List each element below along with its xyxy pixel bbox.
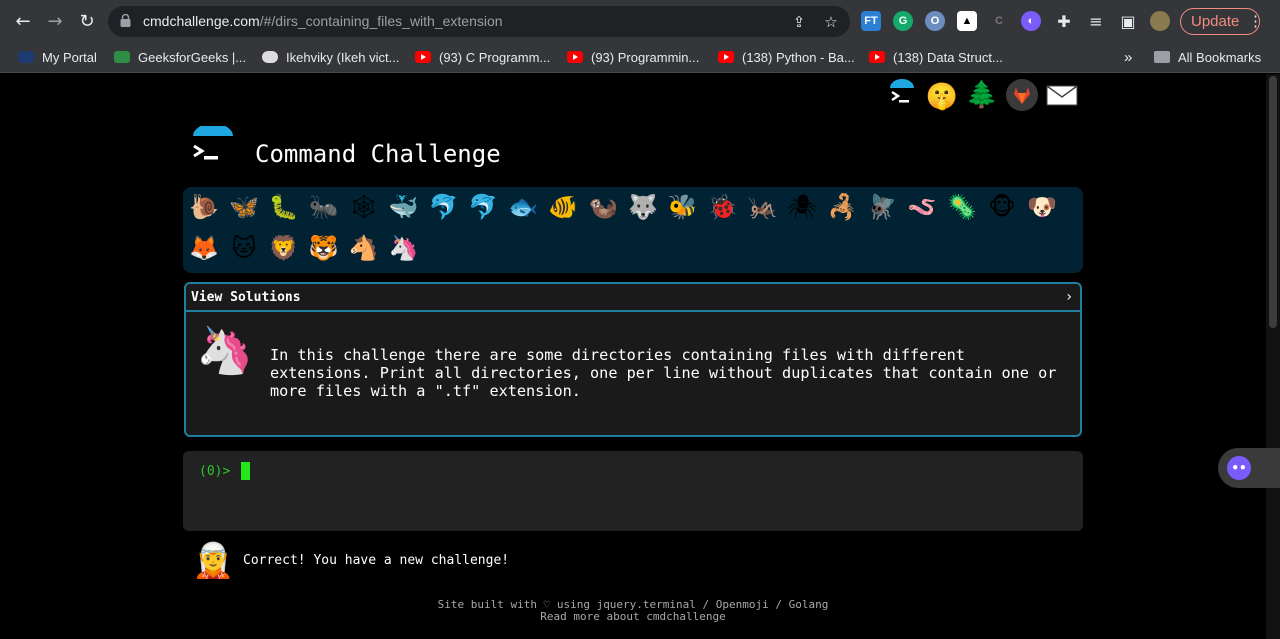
portal-icon: [18, 51, 34, 63]
bookmark-item[interactable]: My Portal: [18, 49, 97, 67]
page-content: 🤫 🌲 Command Challenge 🐌 🦋 🐛 🐜 🕸 🐳 🐬 🐬 🐟 🐠 🦦 🐺 🐝 🐞 🦗 🕷 🦂 🪰…: [0, 74, 1266, 639]
footer: Site built with ♡ using jquery.terminal …: [183, 599, 1083, 623]
bookmark-star-icon[interactable]: ☆: [820, 11, 842, 33]
challenge-animal-icon[interactable]: 🐺: [626, 190, 660, 224]
share-icon[interactable]: ⇪: [788, 11, 810, 33]
geeksforgeeks-icon: [114, 51, 130, 63]
bookmark-item[interactable]: (138) Data Struct...: [869, 49, 1003, 67]
extension-c-icon[interactable]: C: [989, 11, 1009, 31]
terminal-cursor: [241, 462, 250, 480]
folder-icon: [1154, 51, 1170, 63]
bookmark-item[interactable]: GeeksforGeeks |...: [114, 49, 246, 67]
challenge-animal-icon[interactable]: 🐳: [387, 190, 421, 224]
challenge-animal-icon[interactable]: 🐞: [706, 190, 740, 224]
youtube-icon: [567, 51, 583, 63]
challenge-animal-icon[interactable]: 🦗: [746, 190, 780, 224]
chevron-right-icon: ›: [1066, 289, 1072, 305]
challenge-animal-icon[interactable]: 🪰: [865, 190, 899, 224]
bookmark-item[interactable]: (138) Python - Ba...: [718, 49, 855, 67]
extension-ft-icon[interactable]: FT: [861, 11, 881, 31]
bookmarks-overflow-button[interactable]: »: [1124, 49, 1132, 67]
extensions-puzzle-icon[interactable]: ✚: [1050, 8, 1078, 36]
challenge-description: In this challenge there are some directo…: [270, 346, 1057, 400]
challenge-animal-icon[interactable]: 🐌: [187, 190, 221, 224]
challenge-animal-icon[interactable]: 🦂: [825, 190, 859, 224]
challenge-animal-icon[interactable]: 🐬: [426, 190, 460, 224]
extension-circle-icon[interactable]: O: [925, 11, 945, 31]
challenge-animal-icon[interactable]: 🐠: [546, 190, 580, 224]
extension-bot-icon[interactable]: ◐: [1021, 11, 1041, 31]
terminal-prompt: (0)>: [199, 464, 231, 479]
elf-icon: 🧝: [192, 541, 235, 581]
challenge-animal-icon[interactable]: 🐜: [307, 190, 341, 224]
forward-arrow-icon[interactable]: →: [41, 8, 69, 36]
back-arrow-icon[interactable]: ←: [9, 8, 37, 36]
challenge-progress-strip: 🐌 🦋 🐛 🐜 🕸 🐳 🐬 🐬 🐟 🐠 🦦 🐺 🐝 🐞 🦗 🕷 🦂 🪰 🪱 🦠 🐵 🐶 🦊 🐱 🦁 🐯 🐴 🦄: [183, 187, 1083, 273]
challenge-animal-icon[interactable]: 🦋: [227, 190, 261, 224]
challenge-animal-icon[interactable]: 🐝: [666, 190, 700, 224]
challenge-panel: View Solutions › 🦄 In this challenge the…: [184, 282, 1082, 437]
lock-icon: [120, 14, 131, 27]
cmdchallenge-logo-icon: [193, 126, 233, 160]
challenge-animal-icon[interactable]: 🐵: [985, 190, 1019, 224]
challenge-animal-icon[interactable]: 🕷: [786, 190, 820, 224]
shushing-face-icon[interactable]: 🤫: [925, 80, 959, 114]
browser-toolbar: ← → ↻ cmdchallenge.com/#/dirs_containing…: [0, 0, 1280, 43]
challenge-animal-icon[interactable]: 🦄: [387, 231, 421, 265]
unicorn-icon: 🦄: [196, 323, 254, 377]
challenge-animal-icon[interactable]: 🐶: [1025, 190, 1059, 224]
chat-bot-icon: ••: [1227, 456, 1251, 480]
challenge-animal-icon[interactable]: 🪱: [905, 190, 939, 224]
chat-widget-button[interactable]: ••: [1218, 448, 1280, 488]
page-scrollbar[interactable]: [1266, 74, 1280, 639]
address-bar[interactable]: cmdchallenge.com/#/dirs_containing_files…: [108, 6, 850, 37]
github-icon: [262, 51, 278, 63]
challenge-animal-icon[interactable]: 🕸: [347, 190, 381, 224]
grammarly-icon[interactable]: G: [893, 11, 913, 31]
youtube-icon: [869, 51, 885, 63]
challenge-animal-icon[interactable]: 🐱: [227, 231, 261, 265]
challenge-animal-icon[interactable]: 🐬: [466, 190, 500, 224]
more-menu-icon[interactable]: ⋮: [1248, 9, 1263, 34]
challenge-animal-icon[interactable]: 🐯: [307, 231, 341, 265]
terminal-input[interactable]: (0)>: [183, 451, 1083, 531]
challenge-animal-icon[interactable]: 🦊: [187, 231, 221, 265]
url-text: cmdchallenge.com/#/dirs_containing_files…: [143, 13, 503, 29]
challenge-animal-icon[interactable]: 🦠: [945, 190, 979, 224]
view-solutions-label: View Solutions: [191, 290, 301, 305]
bookmark-item[interactable]: (93) Programmin...: [567, 49, 699, 67]
profile-avatar[interactable]: [1150, 11, 1170, 31]
challenge-animal-icon[interactable]: 🦁: [267, 231, 301, 265]
youtube-icon: [415, 51, 431, 63]
status-message: Correct! You have a new challenge!: [243, 553, 510, 568]
bookmark-item[interactable]: Ikehviky (Ikeh vict...: [262, 49, 399, 67]
challenge-animal-icon[interactable]: 🐴: [347, 231, 381, 265]
media-control-icon[interactable]: ≡: [1082, 8, 1110, 36]
youtube-icon: [718, 51, 734, 63]
reload-icon[interactable]: ↻: [73, 8, 101, 36]
all-bookmarks-button[interactable]: All Bookmarks: [1154, 49, 1261, 67]
bookmarks-bar: My Portal GeeksforGeeks |... Ikehviky (I…: [0, 43, 1280, 73]
side-panel-icon[interactable]: ▣: [1114, 8, 1142, 36]
update-button[interactable]: Update ⋮: [1180, 8, 1263, 35]
challenge-animal-icon[interactable]: 🐛: [267, 190, 301, 224]
gitlab-icon[interactable]: [1005, 78, 1039, 112]
challenge-animal-icon[interactable]: 🦦: [586, 190, 620, 224]
bookmark-item[interactable]: (93) C Programm...: [415, 49, 550, 67]
envelope-icon[interactable]: [1045, 78, 1079, 112]
scrollbar-thumb[interactable]: [1269, 76, 1277, 328]
extension-triangle-icon[interactable]: ▲: [957, 11, 977, 31]
tree-icon[interactable]: 🌲: [965, 78, 999, 112]
challenge-animal-icon[interactable]: 🐟: [506, 190, 540, 224]
page-title: Command Challenge: [255, 140, 501, 168]
read-more-link[interactable]: Read more about cmdchallenge: [183, 611, 1083, 623]
view-solutions-toggle[interactable]: View Solutions ›: [186, 284, 1080, 312]
terminal-icon[interactable]: [885, 78, 919, 112]
